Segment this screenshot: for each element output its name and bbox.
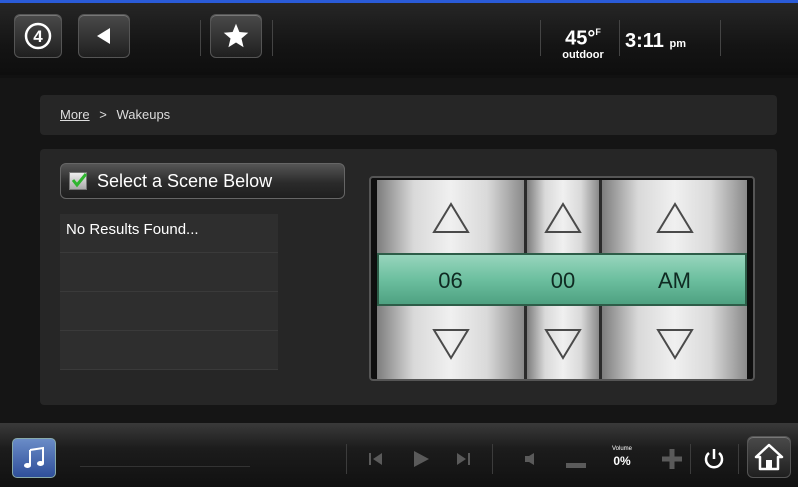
checkmark-icon	[71, 173, 88, 188]
volume-label: Volume	[611, 446, 632, 452]
hour-value[interactable]: 06	[377, 268, 524, 294]
logo-icon: 4	[24, 22, 52, 50]
list-item[interactable]	[60, 331, 278, 370]
minute-up-button[interactable]	[527, 188, 599, 248]
topbar-divider	[272, 20, 273, 56]
clock-time: 3:11	[625, 30, 664, 52]
clock-ampm: pm	[669, 38, 687, 50]
play-icon	[414, 451, 429, 467]
minus-icon	[566, 463, 586, 468]
weather-widget[interactable]: 45°F outdoor	[552, 24, 614, 61]
topbar-divider	[619, 20, 620, 56]
list-item[interactable]	[60, 253, 278, 292]
minute-down-button[interactable]	[527, 314, 599, 374]
volume-down-button[interactable]	[566, 456, 586, 474]
down-arrow-icon	[431, 329, 470, 360]
music-note-icon	[24, 446, 44, 468]
back-button[interactable]	[78, 14, 130, 58]
weather-label: outdoor	[562, 48, 604, 61]
bottombar-divider	[492, 444, 493, 474]
speaker-icon	[525, 453, 534, 465]
up-arrow-icon	[431, 202, 470, 233]
breadcrumb-link-more[interactable]: More	[60, 107, 90, 122]
back-arrow-icon	[97, 28, 110, 44]
time-picker: 06 00 AM	[369, 176, 755, 381]
topbar-divider	[200, 20, 201, 56]
topbar-divider	[540, 20, 541, 56]
select-scene-header[interactable]: Select a Scene Below	[60, 163, 345, 199]
up-arrow-icon	[655, 202, 694, 233]
plus-icon	[662, 449, 682, 469]
bottombar-divider	[738, 444, 739, 474]
music-button[interactable]	[12, 438, 56, 478]
previous-track-button[interactable]	[368, 452, 384, 471]
period-value[interactable]: AM	[602, 268, 747, 294]
mute-button[interactable]	[524, 452, 538, 471]
bottombar-divider	[690, 444, 691, 474]
favorites-button[interactable]	[210, 14, 262, 58]
list-item[interactable]: No Results Found...	[60, 214, 278, 253]
period-down-button[interactable]	[602, 314, 747, 374]
temperature-unit: F	[595, 27, 601, 37]
bottombar-divider	[346, 444, 347, 474]
star-icon	[223, 23, 249, 48]
down-arrow-icon	[544, 329, 582, 360]
temperature-value: 45	[565, 27, 588, 50]
play-button[interactable]	[412, 450, 430, 473]
hour-up-button[interactable]	[377, 188, 524, 248]
logo-button[interactable]: 4	[14, 14, 62, 58]
breadcrumb-separator: >	[99, 107, 107, 122]
select-scene-label: Select a Scene Below	[97, 170, 273, 191]
next-icon	[457, 453, 470, 465]
previous-icon	[369, 453, 382, 465]
power-icon	[704, 449, 724, 469]
checkbox[interactable]	[69, 172, 88, 190]
power-button[interactable]	[703, 447, 725, 476]
period-up-button[interactable]	[602, 188, 747, 248]
list-item[interactable]	[60, 292, 278, 331]
volume-display: Volume 0%	[608, 446, 636, 468]
svg-text:4: 4	[33, 27, 43, 46]
clock: 3:11 pm	[625, 30, 686, 53]
next-track-button[interactable]	[455, 452, 471, 471]
down-arrow-icon	[655, 329, 694, 360]
now-playing-track	[80, 466, 250, 467]
hour-down-button[interactable]	[377, 314, 524, 374]
home-icon	[754, 443, 784, 471]
scene-list: No Results Found...	[60, 214, 278, 372]
topbar-divider	[720, 20, 721, 56]
volume-value: 0%	[613, 454, 631, 468]
breadcrumb-current: Wakeups	[116, 107, 171, 122]
minute-value[interactable]: 00	[527, 268, 599, 294]
volume-up-button[interactable]	[662, 449, 682, 474]
home-button[interactable]	[747, 436, 791, 478]
up-arrow-icon	[544, 202, 582, 233]
breadcrumb: More > Wakeups	[40, 95, 777, 135]
